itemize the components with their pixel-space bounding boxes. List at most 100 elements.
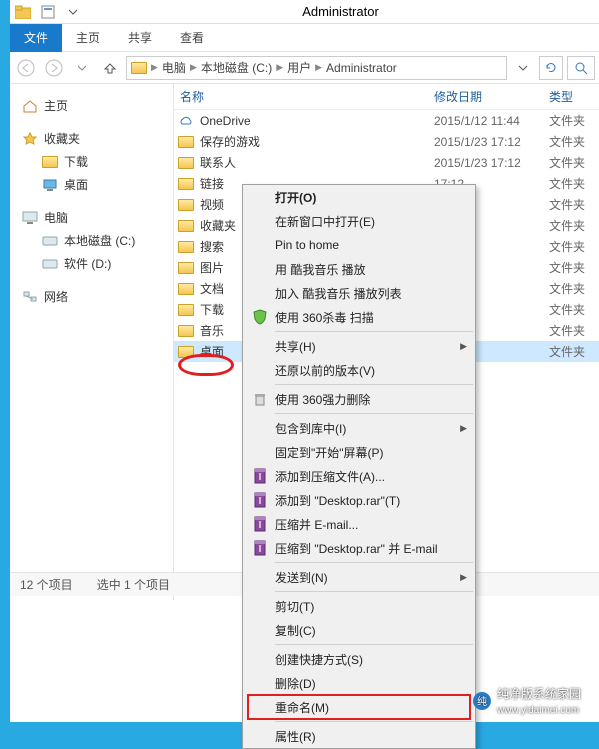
tab-home[interactable]: 主页 — [62, 24, 114, 52]
folder-icon — [178, 302, 194, 318]
crumb-computer[interactable]: 电脑 — [162, 59, 186, 76]
search-input[interactable] — [567, 56, 595, 80]
menu-item[interactable]: 固定到"开始"屏幕(P) — [243, 440, 475, 464]
menu-icon — [249, 597, 271, 615]
crumb-drive-c[interactable]: 本地磁盘 (C:) — [201, 59, 272, 76]
menu-item[interactable]: Pin to home — [243, 233, 475, 257]
menu-icon — [249, 260, 271, 278]
sidebar-item-desktop[interactable]: 桌面 — [14, 173, 169, 196]
sidebar-item-favorites[interactable]: 收藏夹 — [14, 127, 169, 150]
refresh-button[interactable] — [539, 56, 563, 80]
tab-file[interactable]: 文件 — [10, 24, 62, 52]
menu-icon — [249, 284, 271, 302]
sidebar-item-computer[interactable]: 电脑 — [14, 206, 169, 229]
menu-item[interactable]: 重命名(M) — [243, 695, 475, 719]
forward-button[interactable] — [42, 56, 66, 80]
menu-item[interactable]: 使用 360杀毒 扫描 — [243, 305, 475, 329]
menu-icon — [249, 467, 271, 485]
sidebar-item-drive-d[interactable]: 软件 (D:) — [14, 252, 169, 275]
table-row[interactable]: 保存的游戏2015/1/23 17:12文件夹 — [174, 131, 599, 152]
desktop-icon — [42, 177, 58, 193]
tab-view[interactable]: 查看 — [166, 24, 218, 52]
menu-item[interactable]: 打开(O) — [243, 185, 475, 209]
file-type: 文件夹 — [549, 133, 599, 150]
menu-item[interactable]: 剪切(T) — [243, 594, 475, 618]
menu-item[interactable]: 加入 酷我音乐 播放列表 — [243, 281, 475, 305]
file-type: 文件夹 — [549, 259, 599, 276]
chevron-right-icon: ▶ — [460, 423, 467, 434]
cloud-icon — [178, 113, 194, 129]
menu-item[interactable]: 删除(D) — [243, 671, 475, 695]
menu-label: 使用 360杀毒 扫描 — [275, 309, 374, 326]
watermark-brand: 纯净版系统家园 — [497, 687, 581, 701]
file-name: 下载 — [200, 301, 224, 318]
sidebar-item-label: 收藏夹 — [44, 130, 80, 147]
table-row[interactable]: 联系人2015/1/23 17:12文件夹 — [174, 152, 599, 173]
file-type: 文件夹 — [549, 238, 599, 255]
folder-icon — [178, 176, 194, 192]
column-type[interactable]: 类型 — [549, 88, 599, 105]
sidebar-item-network[interactable]: 网络 — [14, 285, 169, 308]
menu-item[interactable]: 创建快捷方式(S) — [243, 647, 475, 671]
folder-icon — [178, 239, 194, 255]
menu-item[interactable]: 共享(H)▶ — [243, 334, 475, 358]
crumb-administrator[interactable]: Administrator — [326, 61, 397, 75]
menu-separator — [275, 384, 473, 385]
menu-icon — [249, 419, 271, 437]
file-name: 图片 — [200, 259, 224, 276]
menu-item[interactable]: 添加到压缩文件(A)... — [243, 464, 475, 488]
menu-item[interactable]: 压缩并 E-mail... — [243, 512, 475, 536]
sidebar-item-home[interactable]: 主页 — [14, 94, 169, 117]
menu-separator — [275, 331, 473, 332]
sidebar-item-label: 主页 — [44, 97, 68, 114]
menu-item[interactable]: 压缩到 "Desktop.rar" 并 E-mail — [243, 536, 475, 560]
menu-item[interactable]: 发送到(N)▶ — [243, 565, 475, 589]
properties-icon[interactable] — [37, 1, 59, 23]
menu-item[interactable]: 复制(C) — [243, 618, 475, 642]
address-bar: ▶ 电脑 ▶ 本地磁盘 (C:) ▶ 用户 ▶ Administrator — [10, 52, 599, 84]
menu-icon — [249, 443, 271, 461]
tab-share[interactable]: 共享 — [114, 24, 166, 52]
menu-icon — [249, 361, 271, 379]
sidebar-item-label: 桌面 — [64, 176, 88, 193]
menu-label: 加入 酷我音乐 播放列表 — [275, 285, 402, 302]
menu-label: 用 酷我音乐 播放 — [275, 261, 366, 278]
sidebar-item-label: 软件 (D:) — [64, 255, 111, 272]
dropdown-icon[interactable] — [62, 1, 84, 23]
menu-label: 还原以前的版本(V) — [275, 362, 375, 379]
menu-item[interactable]: 属性(R) — [243, 724, 475, 748]
sidebar-item-downloads[interactable]: 下载 — [14, 150, 169, 173]
crumb-users[interactable]: 用户 — [287, 59, 311, 76]
sidebar-item-drive-c[interactable]: 本地磁盘 (C:) — [14, 229, 169, 252]
file-date: 2015/1/23 17:12 — [434, 135, 549, 149]
menu-item[interactable]: 用 酷我音乐 播放 — [243, 257, 475, 281]
menu-item[interactable]: 包含到库中(I)▶ — [243, 416, 475, 440]
menu-label: 固定到"开始"屏幕(P) — [275, 444, 384, 461]
breadcrumb[interactable]: ▶ 电脑 ▶ 本地磁盘 (C:) ▶ 用户 ▶ Administrator — [126, 56, 507, 80]
back-button[interactable] — [14, 56, 38, 80]
sidebar-item-label: 电脑 — [44, 209, 68, 226]
menu-icon — [249, 491, 271, 509]
watermark: 纯 纯净版系统家园 www.yidaimei.com — [473, 685, 581, 716]
menu-label: Pin to home — [275, 238, 339, 252]
highlight-circle-desktop — [178, 354, 234, 376]
file-name: 文档 — [200, 280, 224, 297]
up-button[interactable] — [98, 56, 122, 80]
menu-label: 创建快捷方式(S) — [275, 651, 363, 668]
menu-item[interactable]: 使用 360强力删除 — [243, 387, 475, 411]
ribbon: 文件 主页 共享 查看 — [10, 24, 599, 52]
column-name[interactable]: 名称 — [178, 88, 434, 105]
menu-label: 添加到压缩文件(A)... — [275, 468, 385, 485]
file-name: 联系人 — [200, 154, 236, 171]
folder-icon — [12, 1, 34, 23]
table-row[interactable]: OneDrive2015/1/12 11:44文件夹 — [174, 110, 599, 131]
column-date[interactable]: 修改日期 — [434, 88, 549, 105]
menu-item[interactable]: 添加到 "Desktop.rar"(T) — [243, 488, 475, 512]
file-date: 2015/1/12 11:44 — [434, 114, 549, 128]
menu-item[interactable]: 还原以前的版本(V) — [243, 358, 475, 382]
recent-dropdown[interactable] — [70, 56, 94, 80]
window-title: Administrator — [84, 4, 597, 19]
history-dropdown[interactable] — [511, 56, 535, 80]
menu-icon — [249, 674, 271, 692]
menu-item[interactable]: 在新窗口中打开(E) — [243, 209, 475, 233]
